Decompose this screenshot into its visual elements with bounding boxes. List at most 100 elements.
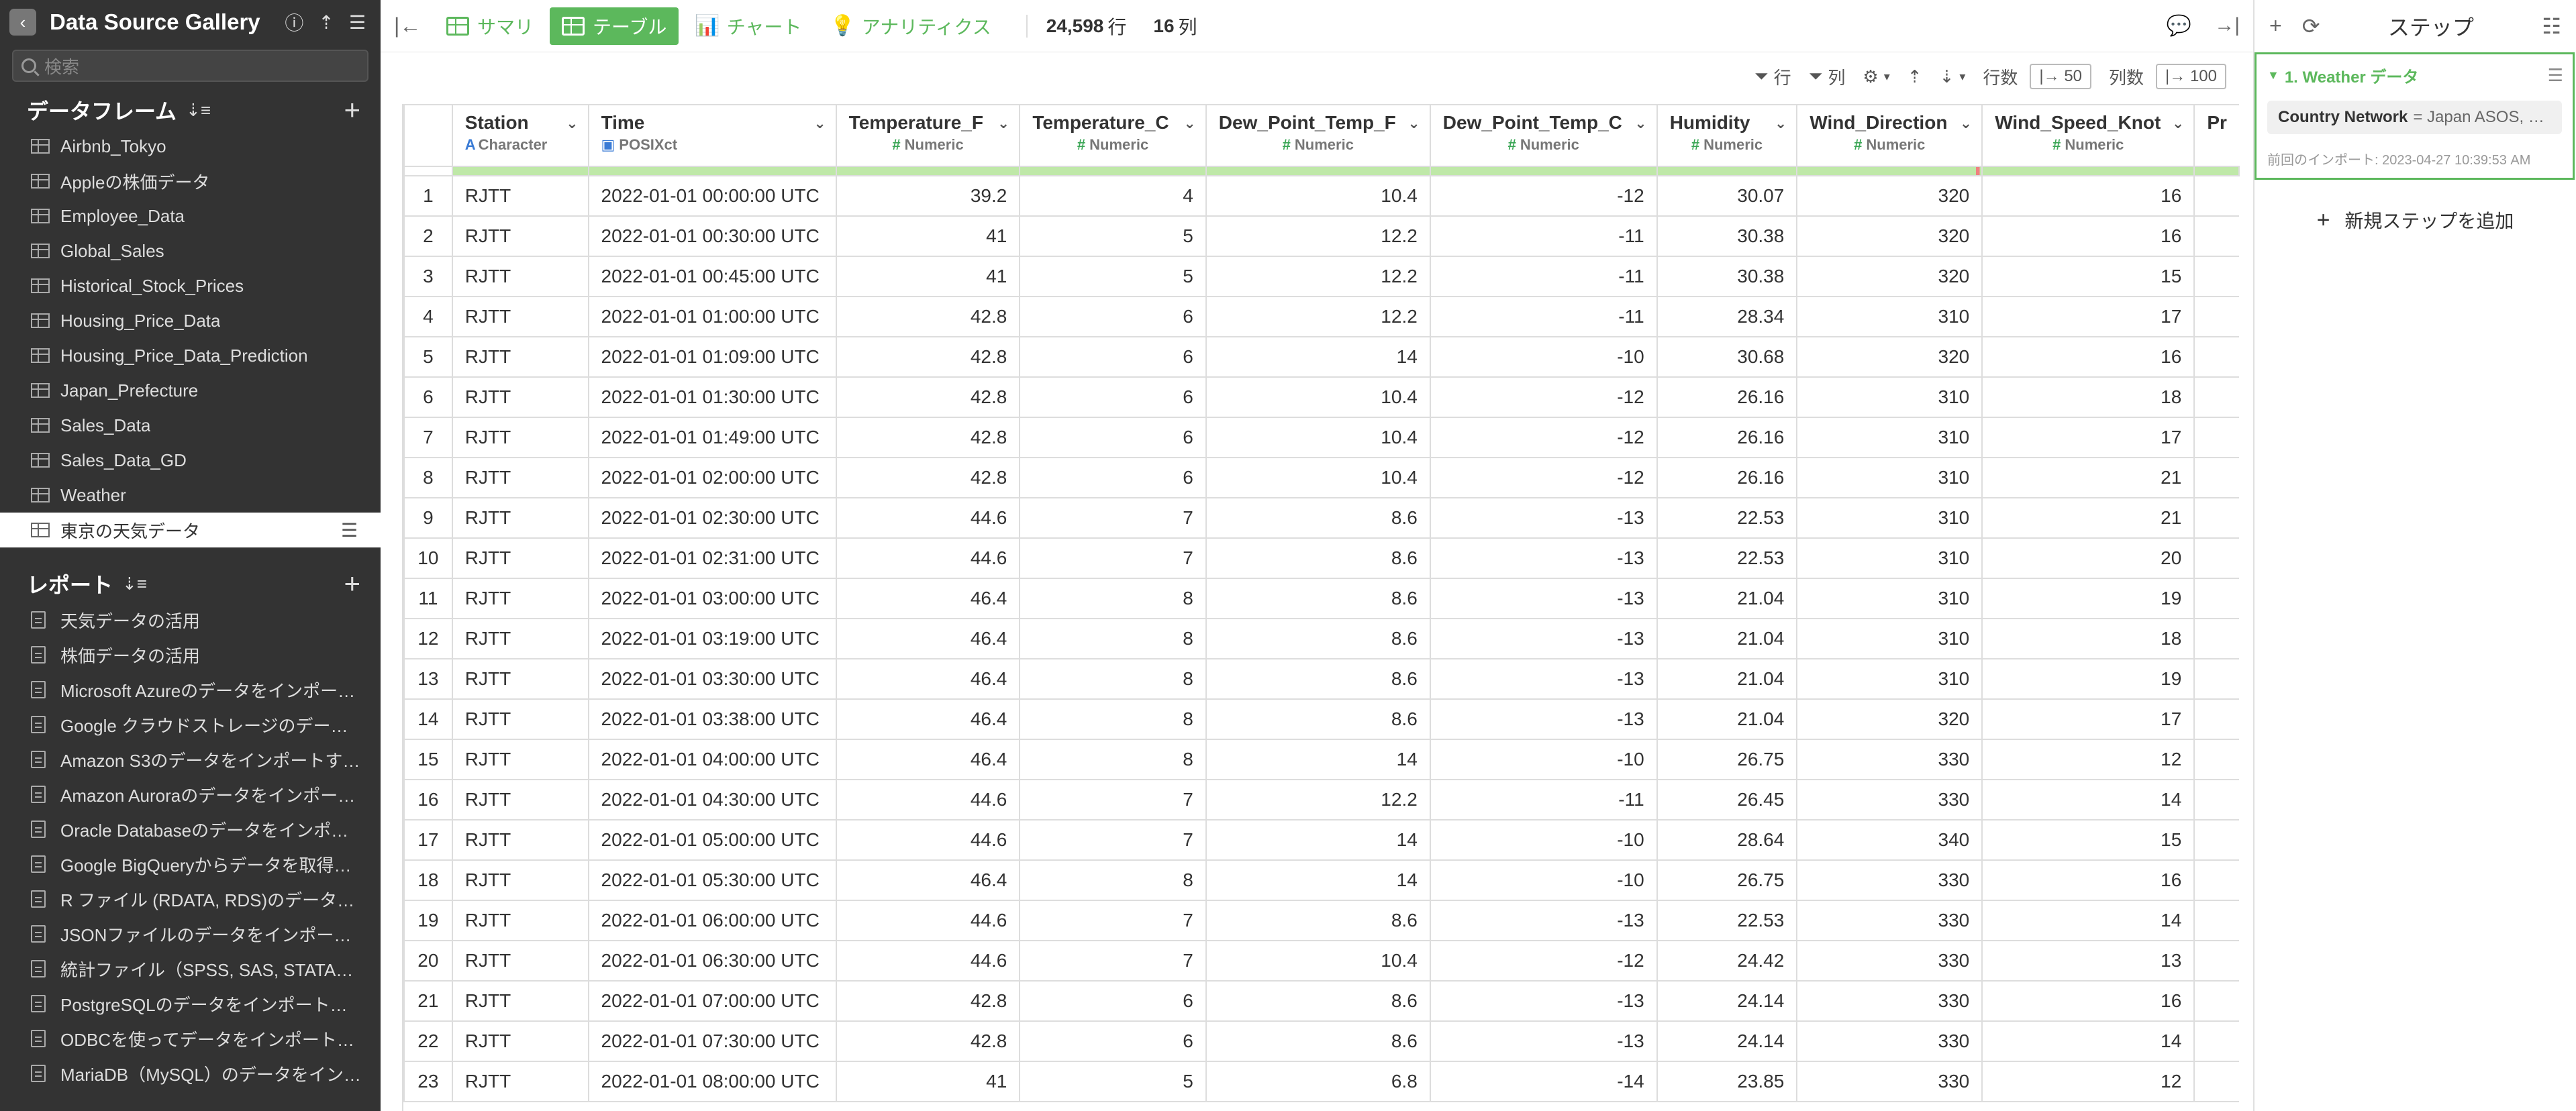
search-input[interactable]: 検索	[12, 50, 368, 82]
chevron-down-icon[interactable]: ⌄	[997, 115, 1009, 132]
report-item[interactable]: Oracle Databaseのデータをインポ…	[0, 812, 381, 847]
table-row[interactable]: 16 RJTT 2022-01-01 04:30:00 UTC 44.6 7 12.2 -1…	[403, 779, 2239, 821]
dataframe-item[interactable]: Japan_Prefecture	[0, 373, 381, 408]
table-row[interactable]: 22 RJTT 2022-01-01 07:30:00 UTC 42.8 6 8.6 -13…	[403, 1020, 2239, 1062]
step-parameter[interactable]: Country Network = Japan ASOS, …	[2267, 101, 2562, 134]
report-item[interactable]: MariaDB（MySQL）のデータをイン…	[0, 1056, 381, 1091]
table-row[interactable]: 5 RJTT 2022-01-01 01:09:00 UTC 42.8 6 14 -10 30…	[403, 336, 2239, 378]
upload-icon[interactable]: ⇡	[1908, 66, 1922, 87]
menu-icon[interactable]: ☰	[341, 519, 358, 541]
table-row[interactable]: 3 RJTT 2022-01-01 00:45:00 UTC 41 5 12.2 -11 30…	[403, 256, 2239, 297]
report-item[interactable]: 天気データの活用	[0, 602, 381, 637]
column-header[interactable]: Temperature_F # Numeric ⌄	[835, 104, 1021, 167]
table-row[interactable]: 1 RJTT 2022-01-01 00:00:00 UTC 39.2 4 10.4 -12…	[403, 175, 2239, 217]
column-filter-button[interactable]: ⏷ 列	[1809, 64, 1846, 89]
report-item[interactable]: Microsoft Azureのデータをインポー…	[0, 672, 381, 707]
dataframe-item[interactable]: Housing_Price_Data_Prediction	[0, 338, 381, 373]
report-item[interactable]: R ファイル (RDATA, RDS)のデータ…	[0, 882, 381, 916]
add-icon[interactable]: +	[2269, 13, 2282, 39]
chevron-down-icon[interactable]: ⌄	[813, 115, 826, 132]
collapse-sidebar-icon[interactable]: |←	[394, 13, 434, 38]
column-header[interactable]: Wind_Direction # Numeric ⌄	[1796, 104, 1983, 167]
report-item[interactable]: 統計ファイル（SPSS, SAS, STATA…	[0, 951, 381, 986]
report-item[interactable]: 株価データの活用	[0, 637, 381, 672]
data-table-container[interactable]: Station A Character ⌄ Time ▣ POSIXct ⌄ Temperatu…	[402, 104, 2240, 1111]
table-row[interactable]: 23 RJTT 2022-01-01 08:00:00 UTC 41 5 6.8 -14 23…	[403, 1061, 2239, 1102]
report-item[interactable]: ODBCを使ってデータをインポート…	[0, 1021, 381, 1056]
column-header[interactable]: Time ▣ POSIXct ⌄	[587, 104, 837, 167]
refresh-icon[interactable]: ⟳	[2302, 13, 2320, 39]
table-row[interactable]: 19 RJTT 2022-01-01 06:00:00 UTC 44.6 7 8.6 -13…	[403, 900, 2239, 941]
column-header[interactable]: Humidity # Numeric ⌄	[1656, 104, 1798, 167]
step-title[interactable]: ▼ 1. Weather データ	[2267, 64, 2562, 87]
table-row[interactable]: 10 RJTT 2022-01-01 02:31:00 UTC 44.6 7 8.6 -13…	[403, 537, 2239, 579]
chevron-down-icon[interactable]: ⌄	[1407, 115, 1420, 132]
chevron-down-icon[interactable]: ⌄	[1775, 115, 1787, 132]
sliders-icon[interactable]: ☷	[2542, 13, 2561, 39]
table-row[interactable]: 6 RJTT 2022-01-01 01:30:00 UTC 42.8 6 10.4 -12…	[403, 376, 2239, 418]
table-row[interactable]: 11 RJTT 2022-01-01 03:00:00 UTC 46.4 8 8.6 -13…	[403, 578, 2239, 619]
chevron-down-icon[interactable]: ⌄	[1634, 115, 1646, 132]
column-header[interactable]: Dew_Point_Temp_F # Numeric ⌄	[1205, 104, 1431, 167]
back-button[interactable]: ‹	[9, 9, 36, 36]
table-row[interactable]: 18 RJTT 2022-01-01 05:30:00 UTC 46.4 8 14 -10 2…	[403, 859, 2239, 901]
report-item[interactable]: PostgreSQLのデータをインポート…	[0, 986, 381, 1021]
table-row[interactable]: 8 RJTT 2022-01-01 02:00:00 UTC 42.8 6 10.4 -12…	[403, 457, 2239, 498]
sort-icon[interactable]: ⇣≡	[122, 574, 147, 594]
dataframe-item[interactable]: Sales_Data	[0, 408, 381, 443]
expand-right-icon[interactable]: →|	[2214, 14, 2240, 38]
report-item[interactable]: Amazon S3のデータをインポートす…	[0, 742, 381, 777]
settings-button[interactable]: ⚙ ▾	[1863, 66, 1889, 87]
table-row[interactable]: 21 RJTT 2022-01-01 07:00:00 UTC 42.8 6 8.6 -13…	[403, 980, 2239, 1022]
chevron-down-icon[interactable]: ⌄	[2172, 115, 2184, 132]
table-row[interactable]: 9 RJTT 2022-01-01 02:30:00 UTC 44.6 7 8.6 -13 2…	[403, 497, 2239, 539]
column-header[interactable]: Dew_Point_Temp_C # Numeric ⌄	[1429, 104, 1658, 167]
table-row[interactable]: 2 RJTT 2022-01-01 00:30:00 UTC 41 5 12.2 -11 30…	[403, 215, 2239, 257]
dataframe-item[interactable]: 東京の天気データ ☰	[0, 513, 381, 547]
step-card[interactable]: ▼ 1. Weather データ ☰ Country Network = Jap…	[2255, 52, 2575, 180]
dataframe-item[interactable]: Global_Sales	[0, 233, 381, 268]
rows-limit-input[interactable]: |→ 50	[2030, 64, 2092, 89]
tab-summary[interactable]: サマリ	[434, 7, 546, 45]
comment-icon[interactable]: 💬	[2167, 14, 2191, 38]
table-row[interactable]: 4 RJTT 2022-01-01 01:00:00 UTC 42.8 6 12.2 -11…	[403, 296, 2239, 337]
dataframe-item[interactable]: Housing_Price_Data	[0, 303, 381, 338]
cols-limit-input[interactable]: |→ 100	[2156, 64, 2226, 89]
report-item[interactable]: Google クラウドストレージのデー…	[0, 707, 381, 742]
chevron-down-icon[interactable]: ⌄	[566, 115, 578, 132]
tab-analytics[interactable]: 💡 アナリティクス	[818, 7, 1003, 45]
chevron-down-icon[interactable]: ⌄	[1960, 115, 1972, 132]
download-button[interactable]: ⇣ ▾	[1940, 66, 1966, 87]
column-header[interactable]: Station A Character ⌄	[451, 104, 589, 167]
column-header[interactable]: Pr	[2193, 104, 2239, 167]
table-row[interactable]: 14 RJTT 2022-01-01 03:38:00 UTC 46.4 8 8.6 -13…	[403, 698, 2239, 740]
report-item[interactable]: Google BigQueryからデータを取得…	[0, 847, 381, 882]
menu-icon[interactable]: ☰	[349, 11, 366, 34]
dataframe-item[interactable]: Airbnb_Tokyo	[0, 129, 381, 164]
add-dataframe-button[interactable]: +	[344, 94, 360, 126]
table-row[interactable]: 15 RJTT 2022-01-01 04:00:00 UTC 46.4 8 14 -10 2…	[403, 739, 2239, 780]
tab-chart[interactable]: 📊 チャート	[683, 7, 813, 45]
table-row[interactable]: 20 RJTT 2022-01-01 06:30:00 UTC 44.6 7 10.4 -1…	[403, 940, 2239, 982]
table-row[interactable]: 17 RJTT 2022-01-01 05:00:00 UTC 44.6 7 14 -10 2…	[403, 819, 2239, 861]
step-menu-icon[interactable]: ☰	[2548, 65, 2563, 86]
table-row[interactable]: 13 RJTT 2022-01-01 03:30:00 UTC 46.4 8 8.6 -13…	[403, 658, 2239, 700]
row-filter-button[interactable]: ⏷ 行	[1754, 64, 1791, 89]
table-row[interactable]: 7 RJTT 2022-01-01 01:49:00 UTC 42.8 6 10.4 -12…	[403, 417, 2239, 458]
dataframe-item[interactable]: Weather	[0, 478, 381, 513]
report-item[interactable]: Amazon Auroraのデータをインポー…	[0, 777, 381, 812]
dataframe-item[interactable]: Sales_Data_GD	[0, 443, 381, 478]
dataframe-item[interactable]: Appleの株価データ	[0, 164, 381, 199]
table-row[interactable]: 12 RJTT 2022-01-01 03:19:00 UTC 46.4 8 8.6 -13…	[403, 618, 2239, 659]
dataframe-item[interactable]: Historical_Stock_Prices	[0, 268, 381, 303]
tab-table[interactable]: テーブル	[550, 7, 679, 45]
chevron-down-icon[interactable]: ⌄	[1183, 115, 1195, 132]
report-item[interactable]: JSONファイルのデータをインポー…	[0, 916, 381, 951]
dataframe-item[interactable]: Employee_Data	[0, 199, 381, 233]
sort-icon[interactable]: ⇣≡	[186, 100, 211, 121]
add-report-button[interactable]: +	[344, 568, 360, 600]
add-step-button[interactable]: + 新規ステップを追加	[2255, 207, 2576, 233]
column-header[interactable]: Temperature_C # Numeric ⌄	[1019, 104, 1207, 167]
column-header[interactable]: Wind_Speed_Knot # Numeric ⌄	[1981, 104, 2195, 167]
upload-icon[interactable]: ⇡	[318, 11, 334, 34]
